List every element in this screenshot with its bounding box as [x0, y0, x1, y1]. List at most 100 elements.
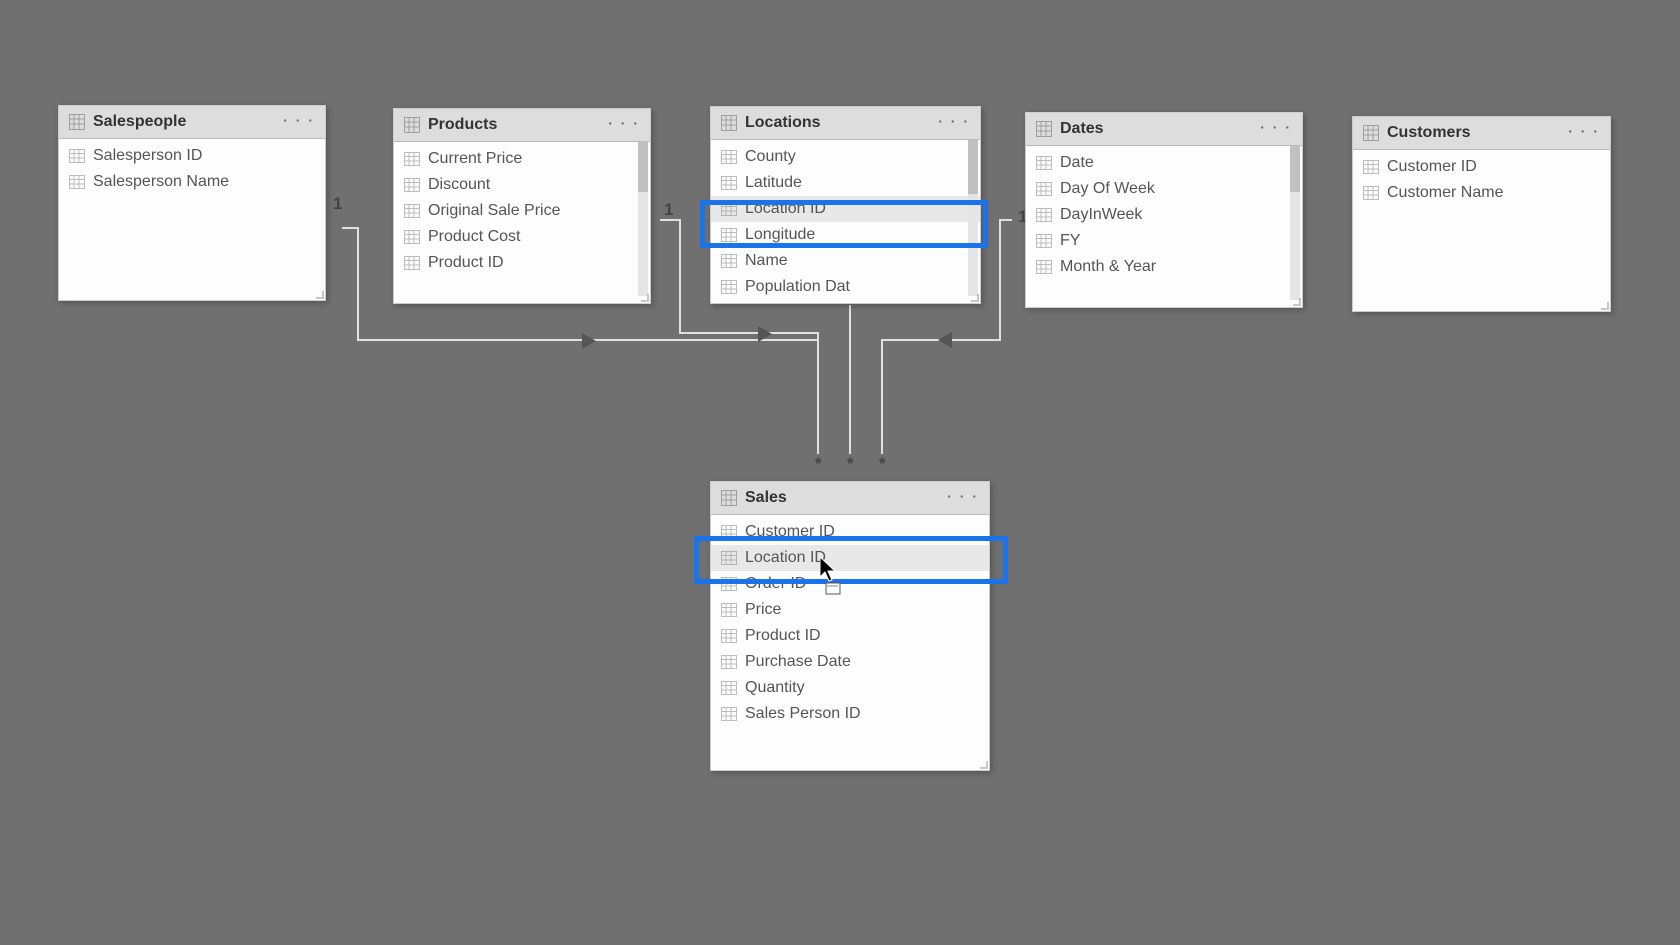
- table-icon: [1036, 121, 1052, 137]
- field-label: Price: [745, 601, 781, 619]
- scrollbar[interactable]: [968, 140, 978, 296]
- field-row[interactable]: Purchase Date: [711, 649, 989, 675]
- field-label: Latitude: [745, 174, 802, 192]
- field-label: Discount: [428, 176, 490, 194]
- field-list: Date Day Of Week DayInWeek FY Month & Ye…: [1026, 146, 1302, 306]
- table-header-dates[interactable]: Dates · · ·: [1026, 113, 1302, 146]
- table-salespeople[interactable]: Salespeople · · · Salesperson ID Salespe…: [58, 105, 326, 301]
- field-label: Current Price: [428, 150, 522, 168]
- resize-grip[interactable]: [969, 292, 979, 302]
- field-icon: [721, 577, 737, 591]
- field-row[interactable]: Discount: [394, 172, 650, 198]
- field-row[interactable]: Quantity: [711, 675, 989, 701]
- field-row[interactable]: Longitude: [711, 222, 980, 248]
- table-dates[interactable]: Dates · · · Date Day Of Week DayInWeek F…: [1025, 112, 1303, 308]
- field-icon: [721, 551, 737, 565]
- table-icon: [721, 115, 737, 131]
- table-customers[interactable]: Customers · · · Customer ID Customer Nam…: [1352, 116, 1611, 312]
- field-row[interactable]: Order ID: [711, 571, 989, 597]
- table-sales[interactable]: Sales · · · Customer ID Location ID Orde…: [710, 481, 990, 771]
- table-header-salespeople[interactable]: Salespeople · · ·: [59, 106, 325, 139]
- field-icon: [721, 629, 737, 643]
- table-locations[interactable]: Locations · · · County Latitude Location…: [710, 106, 981, 304]
- field-row-location-id[interactable]: Location ID: [711, 545, 989, 571]
- field-row[interactable]: Salesperson ID: [59, 143, 325, 169]
- field-label: Customer ID: [745, 523, 835, 541]
- resize-grip[interactable]: [639, 292, 649, 302]
- field-label: Name: [745, 252, 788, 270]
- table-header-products[interactable]: Products · · ·: [394, 109, 650, 142]
- field-icon: [404, 204, 420, 218]
- field-row[interactable]: County: [711, 144, 980, 170]
- resize-grip[interactable]: [1599, 300, 1609, 310]
- field-row[interactable]: Product ID: [394, 250, 650, 276]
- field-icon: [69, 149, 85, 163]
- table-products[interactable]: Products · · · Current Price Discount Or…: [393, 108, 651, 304]
- field-row[interactable]: Price: [711, 597, 989, 623]
- scrollbar[interactable]: [638, 142, 648, 296]
- field-row[interactable]: Product Cost: [394, 224, 650, 250]
- field-label: Month & Year: [1060, 258, 1156, 276]
- table-title: Locations: [745, 114, 821, 132]
- field-row[interactable]: Original Sale Price: [394, 198, 650, 224]
- field-row[interactable]: Customer Name: [1353, 180, 1610, 206]
- field-label: County: [745, 148, 796, 166]
- more-icon[interactable]: · · ·: [608, 115, 640, 131]
- resize-grip[interactable]: [978, 759, 988, 769]
- field-row[interactable]: Current Price: [394, 146, 650, 172]
- field-row[interactable]: FY: [1026, 228, 1302, 254]
- table-title: Sales: [745, 489, 787, 507]
- field-icon: [69, 175, 85, 189]
- field-icon: [721, 202, 737, 216]
- table-header-sales[interactable]: Sales · · ·: [711, 482, 989, 515]
- field-label: Quantity: [745, 679, 805, 697]
- field-label: FY: [1060, 232, 1080, 250]
- field-row[interactable]: Product ID: [711, 623, 989, 649]
- field-row[interactable]: Customer ID: [711, 519, 989, 545]
- field-row[interactable]: DayInWeek: [1026, 202, 1302, 228]
- table-icon: [721, 490, 737, 506]
- field-label: Longitude: [745, 226, 815, 244]
- field-row[interactable]: Population Dat: [711, 274, 980, 300]
- resize-grip[interactable]: [314, 289, 324, 299]
- field-row[interactable]: Name: [711, 248, 980, 274]
- field-icon: [1036, 182, 1052, 196]
- table-header-locations[interactable]: Locations · · ·: [711, 107, 980, 140]
- field-icon: [404, 178, 420, 192]
- more-icon[interactable]: · · ·: [283, 112, 315, 128]
- field-list: Salesperson ID Salesperson Name: [59, 139, 325, 203]
- field-row[interactable]: Customer ID: [1353, 154, 1610, 180]
- resize-grip[interactable]: [1291, 296, 1301, 306]
- field-list: Customer ID Customer Name: [1353, 150, 1610, 214]
- field-icon: [1036, 156, 1052, 170]
- field-icon: [1363, 186, 1379, 200]
- scrollbar[interactable]: [1290, 146, 1300, 300]
- table-title: Dates: [1060, 120, 1104, 138]
- more-icon[interactable]: · · ·: [947, 488, 979, 504]
- field-label: Population Dat: [745, 278, 850, 296]
- field-label: Order ID: [745, 575, 806, 593]
- field-row[interactable]: Sales Person ID: [711, 701, 989, 727]
- field-row-location-id[interactable]: Location ID: [711, 196, 980, 222]
- field-icon: [721, 176, 737, 190]
- field-label: Purchase Date: [745, 653, 851, 671]
- more-icon[interactable]: · · ·: [1260, 119, 1292, 135]
- field-label: Customer Name: [1387, 184, 1503, 202]
- field-row[interactable]: Latitude: [711, 170, 980, 196]
- more-icon[interactable]: · · ·: [938, 113, 970, 129]
- field-row[interactable]: Date: [1026, 150, 1302, 176]
- field-icon: [1036, 234, 1052, 248]
- field-row[interactable]: Salesperson Name: [59, 169, 325, 195]
- field-label: Date: [1060, 154, 1094, 172]
- field-row[interactable]: Month & Year: [1026, 254, 1302, 280]
- field-label: Product ID: [745, 627, 821, 645]
- table-title: Products: [428, 116, 497, 134]
- field-label: Salesperson ID: [93, 147, 202, 165]
- more-icon[interactable]: · · ·: [1568, 123, 1600, 139]
- cardinality-one-products: 1: [664, 200, 673, 220]
- field-label: Location ID: [745, 549, 826, 567]
- table-header-customers[interactable]: Customers · · ·: [1353, 117, 1610, 150]
- field-icon: [721, 681, 737, 695]
- table-icon: [1363, 125, 1379, 141]
- field-row[interactable]: Day Of Week: [1026, 176, 1302, 202]
